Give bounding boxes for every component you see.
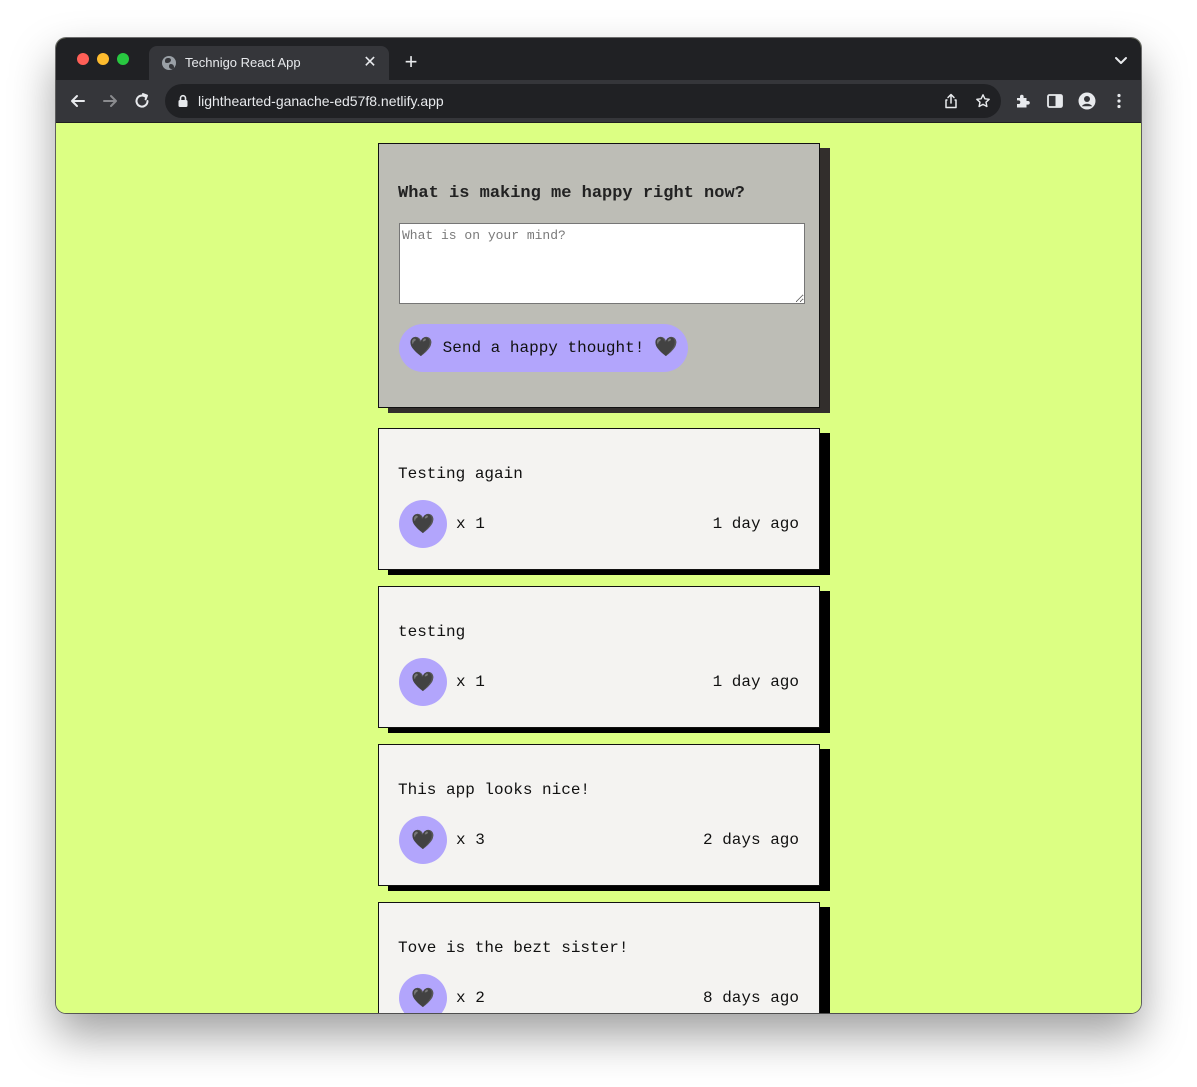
close-window-button[interactable]: [77, 53, 89, 65]
browser-window: Technigo React App ✕ + lighthearted-gana…: [56, 38, 1141, 1013]
send-button-label: Send a happy thought!: [442, 339, 645, 357]
back-arrow-icon[interactable]: [68, 91, 88, 111]
tab-search-chevron-icon[interactable]: [1113, 52, 1129, 68]
side-panel-icon[interactable]: [1046, 92, 1064, 110]
heart-icon: 🖤: [411, 987, 435, 1009]
minimize-window-button[interactable]: [97, 53, 109, 65]
heart-icon: 🖤: [411, 513, 435, 535]
forward-arrow-icon[interactable]: [100, 91, 120, 111]
heart-icon: 🖤: [654, 336, 678, 359]
like-button[interactable]: 🖤: [399, 500, 447, 548]
thought-message: testing: [398, 623, 466, 641]
thought-card: Testing again 🖤 x 1 1 day ago: [378, 428, 820, 570]
tab-strip: Technigo React App ✕ +: [56, 38, 1141, 80]
address-bar[interactable]: lighthearted-ganache-ed57f8.netlify.app: [165, 84, 1001, 118]
like-count: x 1: [456, 673, 485, 691]
new-thought-form: What is making me happy right now? 🖤 Sen…: [378, 143, 820, 408]
bookmark-star-icon[interactable]: [975, 93, 991, 109]
like-count: x 1: [456, 515, 485, 533]
form-heading: What is making me happy right now?: [398, 184, 745, 203]
new-tab-icon[interactable]: +: [400, 51, 422, 73]
like-count: x 3: [456, 831, 485, 849]
thought-message: This app looks nice!: [398, 781, 591, 799]
url-text[interactable]: lighthearted-ganache-ed57f8.netlify.app: [198, 93, 444, 109]
thought-timestamp: 1 day ago: [712, 515, 799, 533]
like-button[interactable]: 🖤: [399, 816, 447, 864]
heart-icon: 🖤: [411, 671, 435, 693]
share-icon[interactable]: [943, 93, 959, 109]
extensions-puzzle-icon[interactable]: [1014, 92, 1032, 110]
thought-card: Tove is the bezt sister! 🖤 x 2 8 days ag…: [378, 902, 820, 1013]
like-count: x 2: [456, 989, 485, 1007]
thought-card: testing 🖤 x 1 1 day ago: [378, 586, 820, 728]
maximize-window-button[interactable]: [117, 53, 129, 65]
page-content: What is making me happy right now? 🖤 Sen…: [56, 123, 1141, 1013]
thought-timestamp: 8 days ago: [702, 989, 799, 1007]
like-button[interactable]: 🖤: [399, 974, 447, 1013]
lock-icon[interactable]: [177, 94, 189, 108]
thought-timestamp: 1 day ago: [712, 673, 799, 691]
thought-timestamp: 2 days ago: [702, 831, 799, 849]
browser-tab[interactable]: Technigo React App ✕: [149, 46, 389, 80]
thought-card: This app looks nice! 🖤 x 3 2 days ago: [378, 744, 820, 886]
send-thought-button[interactable]: 🖤 Send a happy thought! 🖤: [399, 324, 688, 372]
thought-message: Testing again: [398, 465, 523, 483]
heart-icon: 🖤: [409, 336, 433, 359]
more-menu-icon[interactable]: [1110, 92, 1128, 110]
profile-avatar-icon[interactable]: [1078, 92, 1096, 110]
thought-message: Tove is the bezt sister!: [398, 939, 629, 957]
like-button[interactable]: 🖤: [399, 658, 447, 706]
tab-title: Technigo React App: [185, 55, 301, 70]
reload-icon[interactable]: [132, 91, 152, 111]
thought-input[interactable]: [399, 223, 805, 304]
close-tab-icon[interactable]: ✕: [361, 54, 379, 72]
heart-icon: 🖤: [411, 829, 435, 851]
browser-toolbar: lighthearted-ganache-ed57f8.netlify.app: [56, 80, 1141, 123]
globe-icon: [162, 56, 176, 70]
